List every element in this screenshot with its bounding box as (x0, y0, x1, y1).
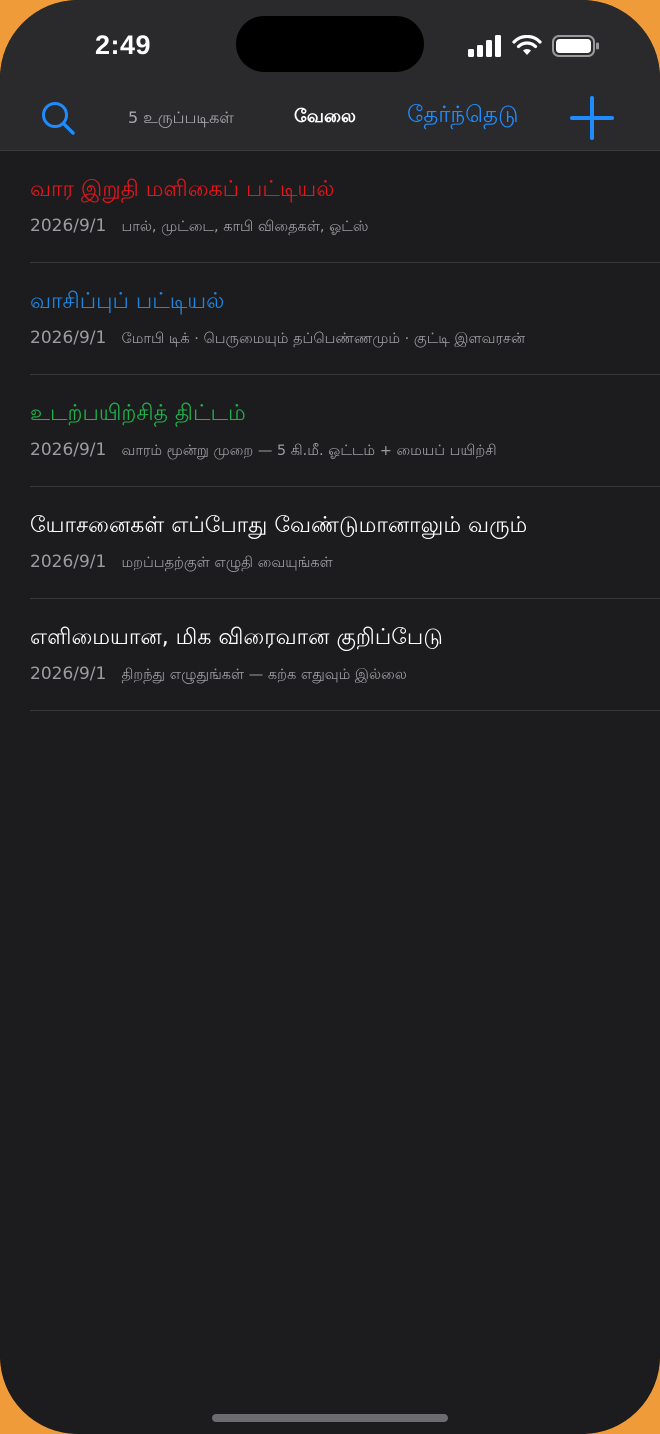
note-meta: 2026/9/1 திறந்து எழுதுங்கள் — கற்க எதுவு… (30, 664, 407, 685)
home-indicator[interactable] (212, 1414, 448, 1422)
note-date: 2026/9/1 (30, 440, 107, 460)
phone-frame: 2:49 5 உருப்படிகள் வேலை தேர்ந்தெடு வார இ… (0, 0, 660, 1434)
note-row[interactable]: வார இறுதி மளிகைப் பட்டியல் 2026/9/1 பால்… (30, 151, 660, 263)
status-time: 2:49 (95, 30, 152, 60)
note-meta: 2026/9/1 மறப்பதற்குள் எழுதி வையுங்கள் (30, 552, 333, 573)
note-row[interactable]: வாசிப்புப் பட்டியல் 2026/9/1 மோபி டிக் ·… (30, 263, 660, 375)
note-date: 2026/9/1 (30, 552, 107, 572)
wifi-icon (512, 34, 542, 61)
note-title: யோசனைகள் எப்போது வேண்டுமானாலும் வரும் (30, 513, 528, 538)
notes-list: வார இறுதி மளிகைப் பட்டியல் 2026/9/1 பால்… (0, 151, 660, 711)
select-button[interactable]: தேர்ந்தெடு (407, 102, 519, 131)
header: 2:49 5 உருப்படிகள் வேலை தேர்ந்தெடு (0, 0, 660, 151)
dynamic-island (236, 16, 424, 72)
search-button[interactable] (40, 100, 78, 138)
note-row[interactable]: உடற்பயிற்சித் திட்டம் 2026/9/1 வாரம் மூன… (30, 375, 660, 487)
navigation-bar: 5 உருப்படிகள் வேலை தேர்ந்தெடு (0, 92, 660, 146)
note-row[interactable]: யோசனைகள் எப்போது வேண்டுமானாலும் வரும் 20… (30, 487, 660, 599)
screen: 2:49 5 உருப்படிகள் வேலை தேர்ந்தெடு வார இ… (0, 0, 660, 1434)
item-count: 5 உருப்படிகள் (128, 108, 234, 127)
note-preview: பால், முட்டை, காபி விதைகள், ஓட்ஸ் (121, 219, 369, 235)
add-note-button[interactable] (570, 96, 614, 140)
cellular-signal-icon (468, 35, 502, 61)
note-meta: 2026/9/1 வாரம் மூன்று முறை — 5 கி.மீ. ஓட… (30, 440, 497, 461)
note-title: வாசிப்புப் பட்டியல் (30, 289, 225, 314)
note-title: வார இறுதி மளிகைப் பட்டியல் (30, 177, 335, 202)
note-preview: மறப்பதற்குள் எழுதி வையுங்கள் (121, 555, 333, 571)
note-title: எளிமையான, மிக விரைவான குறிப்பேடு (30, 625, 443, 650)
note-preview: வாரம் மூன்று முறை — 5 கி.மீ. ஓட்டம் + மை… (121, 443, 497, 459)
note-title: உடற்பயிற்சித் திட்டம் (30, 401, 246, 426)
note-date: 2026/9/1 (30, 328, 107, 348)
note-preview: திறந்து எழுதுங்கள் — கற்க எதுவும் இல்லை (121, 667, 407, 683)
page-title: வேலை (294, 106, 356, 127)
battery-icon (552, 34, 600, 62)
note-row[interactable]: எளிமையான, மிக விரைவான குறிப்பேடு 2026/9/… (30, 599, 660, 711)
note-date: 2026/9/1 (30, 664, 107, 684)
note-preview: மோபி டிக் · பெருமையும் தப்பெண்ணமும் · கு… (121, 331, 526, 347)
note-meta: 2026/9/1 பால், முட்டை, காபி விதைகள், ஓட்… (30, 216, 368, 237)
search-icon (40, 102, 78, 142)
note-meta: 2026/9/1 மோபி டிக் · பெருமையும் தப்பெண்ண… (30, 328, 525, 349)
note-date: 2026/9/1 (30, 216, 107, 236)
plus-icon (570, 96, 614, 144)
status-icons (468, 34, 600, 62)
